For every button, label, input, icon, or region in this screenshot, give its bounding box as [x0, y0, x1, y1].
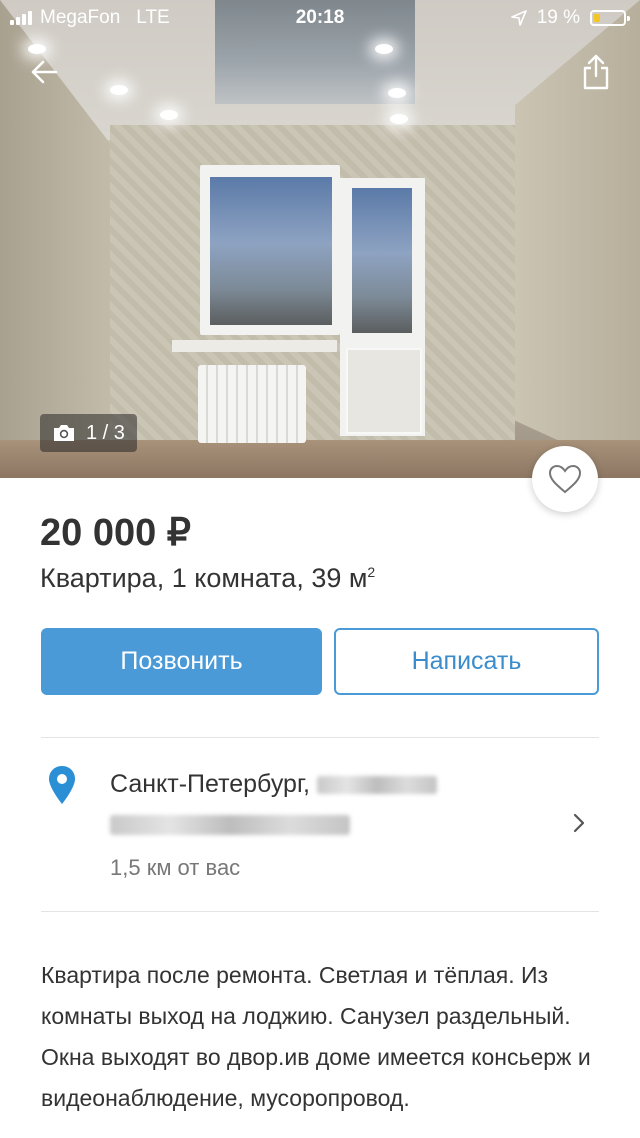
divider — [41, 911, 599, 912]
photo-lamp — [110, 85, 128, 95]
chevron-right-icon[interactable] — [572, 812, 586, 834]
battery-icon — [590, 10, 630, 26]
address-line[interactable]: Санкт-Петербург, — [110, 770, 437, 799]
favorite-button[interactable] — [532, 446, 598, 512]
heart-icon — [548, 464, 582, 494]
listing-photo[interactable]: MegaFon LTE 20:18 19 % 1 / 3 — [0, 0, 640, 478]
photo-lamp — [375, 44, 393, 54]
arrow-left-icon[interactable] — [30, 58, 58, 86]
photo-window-sill — [172, 340, 337, 352]
call-button[interactable]: Позвонить — [41, 628, 322, 695]
photo-lamp — [388, 88, 406, 98]
status-bar: MegaFon LTE 20:18 19 % — [0, 0, 640, 36]
photo-lamp — [160, 110, 178, 120]
listing-description: Квартира после ремонта. Светлая и тёплая… — [41, 962, 591, 1111]
camera-icon — [54, 425, 74, 441]
location-arrow-icon — [510, 10, 527, 26]
photo-lamp — [28, 44, 46, 54]
battery-percent: 19 % — [536, 7, 580, 28]
listing-title-sup: 2 — [367, 564, 376, 580]
redacted-address — [110, 815, 350, 835]
divider — [41, 737, 599, 738]
photo-radiator — [198, 365, 306, 443]
photo-counter-text: 1 / 3 — [86, 421, 125, 444]
listing-title-text: Квартира, 1 комната, 39 м — [40, 563, 368, 593]
photo-door-panel — [346, 348, 422, 434]
listing-title: Квартира, 1 комната, 39 м2 — [40, 563, 375, 594]
location-pin-icon — [49, 766, 75, 804]
message-button[interactable]: Написать — [334, 628, 599, 695]
share-icon[interactable] — [582, 54, 610, 90]
photo-counter: 1 / 3 — [40, 414, 137, 452]
redacted-street — [316, 776, 437, 795]
listing-price: 20 000 ₽ — [40, 512, 191, 554]
photo-window — [200, 165, 340, 335]
photo-lamp — [390, 114, 408, 124]
address-city: Санкт-Петербург, — [110, 770, 310, 798]
distance-text: 1,5 км от вас — [110, 855, 241, 880]
